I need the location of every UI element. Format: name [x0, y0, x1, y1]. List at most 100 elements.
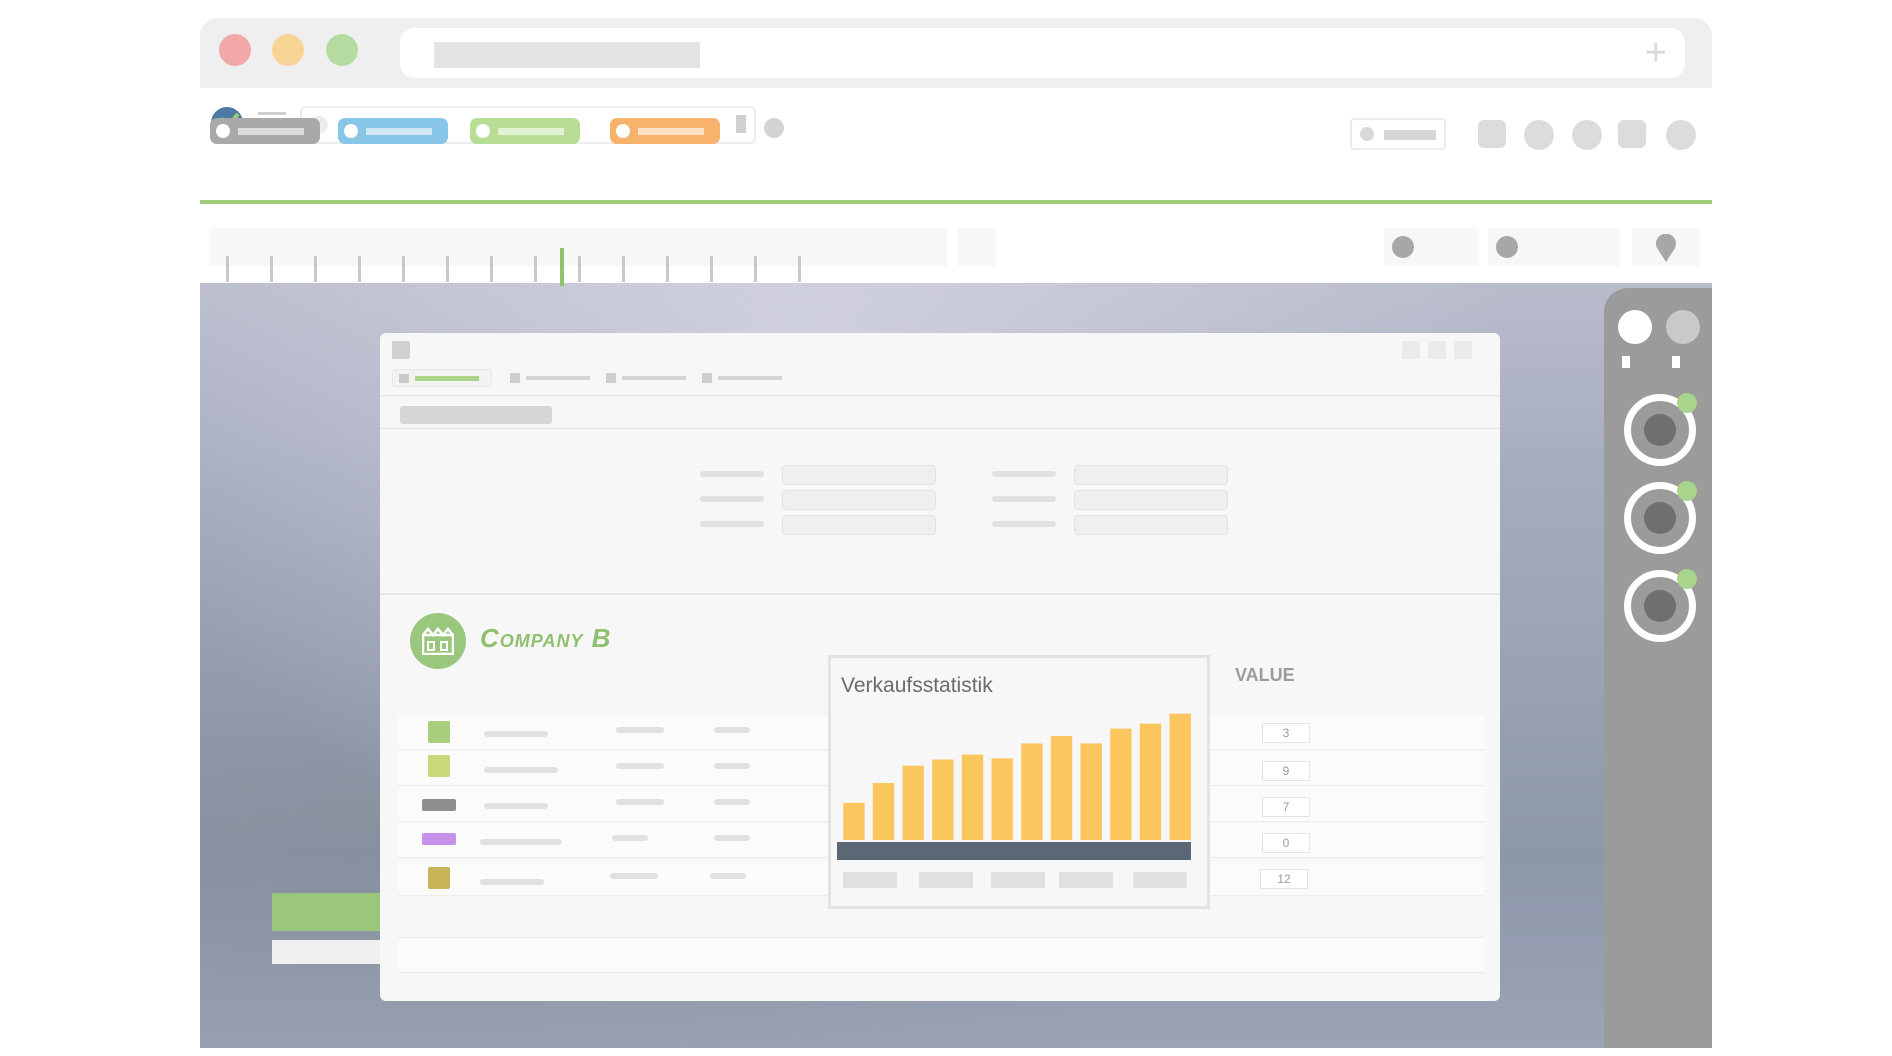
minimize-icon[interactable] — [1402, 341, 1420, 359]
form-field[interactable] — [1074, 490, 1228, 510]
toggle-a-icon — [1392, 236, 1414, 258]
divider — [380, 593, 1500, 595]
timeline-tick — [226, 256, 229, 282]
tab-active[interactable] — [392, 369, 492, 387]
product-name-placeholder — [480, 879, 544, 885]
row-value: 0 — [1262, 833, 1310, 853]
form-field[interactable] — [782, 490, 936, 510]
tab-2[interactable] — [510, 373, 590, 383]
rail-app-ring-2[interactable] — [1624, 481, 1697, 554]
x-tick-label-placeholder — [1059, 872, 1113, 888]
filter-pill-blue[interactable] — [338, 118, 448, 144]
close-icon[interactable] — [1454, 341, 1472, 359]
timeline-tick — [666, 256, 669, 282]
x-tick-label-placeholder — [991, 872, 1045, 888]
form-field[interactable] — [782, 515, 936, 535]
form-field[interactable] — [782, 465, 936, 485]
filter-toggle-a[interactable] — [1384, 228, 1478, 266]
messages-icon[interactable] — [1524, 120, 1554, 150]
table-footer-row — [398, 937, 1484, 973]
minimize-window-button[interactable] — [272, 34, 304, 66]
row-value: 7 — [1262, 797, 1310, 817]
section-title-placeholder — [400, 406, 552, 424]
rail-app-ring-3[interactable] — [1624, 569, 1697, 642]
rail-app-ring-1[interactable] — [1624, 393, 1697, 466]
tab-3[interactable] — [606, 373, 686, 383]
search-clear-icon[interactable] — [736, 115, 746, 133]
filter-pill-gray[interactable] — [210, 118, 320, 144]
browser-window: + Company B VALUE 3 9 7 0 12 Verkaufssta… — [200, 18, 1712, 1048]
x-tick-label-placeholder — [919, 872, 973, 888]
maximize-window-button[interactable] — [326, 34, 358, 66]
calendar-icon[interactable] — [1572, 120, 1602, 150]
side-widget-placeholder — [272, 940, 382, 964]
title-bar: + — [200, 18, 1712, 88]
product-thumbnail — [428, 867, 450, 889]
form-field[interactable] — [1074, 465, 1228, 485]
tab-4[interactable] — [702, 373, 782, 383]
rail-toggle-stem — [1622, 356, 1630, 368]
form-label — [992, 496, 1056, 502]
chart-plot — [843, 713, 1191, 840]
profile-avatar-icon[interactable] — [1666, 120, 1696, 150]
company-name: Company B — [480, 623, 612, 653]
product-name-placeholder — [484, 767, 558, 773]
divider — [380, 395, 1500, 396]
chart-bar — [1110, 728, 1132, 840]
address-placeholder — [434, 42, 700, 68]
timeline-current-marker[interactable] — [560, 248, 564, 286]
filter-toggle-b[interactable] — [1488, 228, 1620, 266]
timeline-tick — [710, 256, 713, 282]
timeline-tick — [798, 256, 801, 282]
sales-chart-popup[interactable]: Verkaufsstatistik — [828, 655, 1210, 909]
product-thumbnail — [428, 755, 450, 777]
x-tick-label-placeholder — [1133, 872, 1187, 888]
divider — [380, 428, 1500, 429]
chart-bar — [902, 765, 924, 840]
app-menu-icon[interactable] — [392, 341, 410, 359]
row-value: 12 — [1260, 869, 1308, 889]
rail-toggle-on[interactable] — [1618, 310, 1652, 344]
app-window: Company B VALUE 3 9 7 0 12 Verkaufsstati… — [380, 333, 1500, 1001]
user-name-placeholder — [1384, 130, 1436, 140]
timeline-tick — [578, 256, 581, 282]
user-selector[interactable] — [1350, 118, 1446, 150]
timeline-tick — [314, 256, 317, 282]
filter-pill-orange[interactable] — [610, 118, 720, 144]
cell-placeholder — [616, 727, 664, 733]
chart-bar — [1139, 723, 1162, 840]
form-field[interactable] — [1074, 515, 1228, 535]
notification-badge — [1677, 393, 1697, 413]
side-widget-bar[interactable] — [272, 893, 382, 931]
chart-bar — [1050, 736, 1073, 840]
map-pin-button[interactable] — [1632, 228, 1700, 266]
address-bar[interactable]: + — [400, 28, 1685, 78]
form-label — [700, 521, 764, 527]
new-tab-icon[interactable]: + — [1645, 34, 1667, 72]
timeline-tick — [446, 256, 449, 282]
cell-placeholder — [616, 763, 664, 769]
chart-bar — [1169, 713, 1191, 840]
product-thumbnail — [428, 721, 450, 743]
timeline-tick — [490, 256, 493, 282]
toolbar-accent-line — [200, 200, 1712, 204]
maximize-icon[interactable] — [1428, 341, 1446, 359]
row-value: 9 — [1262, 761, 1310, 781]
cell-placeholder — [710, 873, 746, 879]
toggle-b-icon — [1496, 236, 1518, 258]
timeline-button[interactable] — [958, 228, 996, 266]
chart-bar — [1021, 743, 1043, 840]
filter-pill-green[interactable] — [470, 118, 580, 144]
notifications-icon[interactable] — [1478, 120, 1506, 148]
cell-placeholder — [714, 727, 750, 733]
timeline-tick — [534, 256, 537, 282]
notification-badge — [1677, 481, 1697, 501]
timeline-tick — [754, 256, 757, 282]
chart-x-axis-bar — [837, 842, 1191, 860]
cell-placeholder — [612, 835, 648, 841]
help-icon[interactable] — [764, 118, 784, 138]
rail-toggle-off[interactable] — [1666, 310, 1700, 344]
close-window-button[interactable] — [219, 34, 251, 66]
product-thumbnail — [422, 799, 456, 811]
settings-icon[interactable] — [1618, 120, 1646, 148]
